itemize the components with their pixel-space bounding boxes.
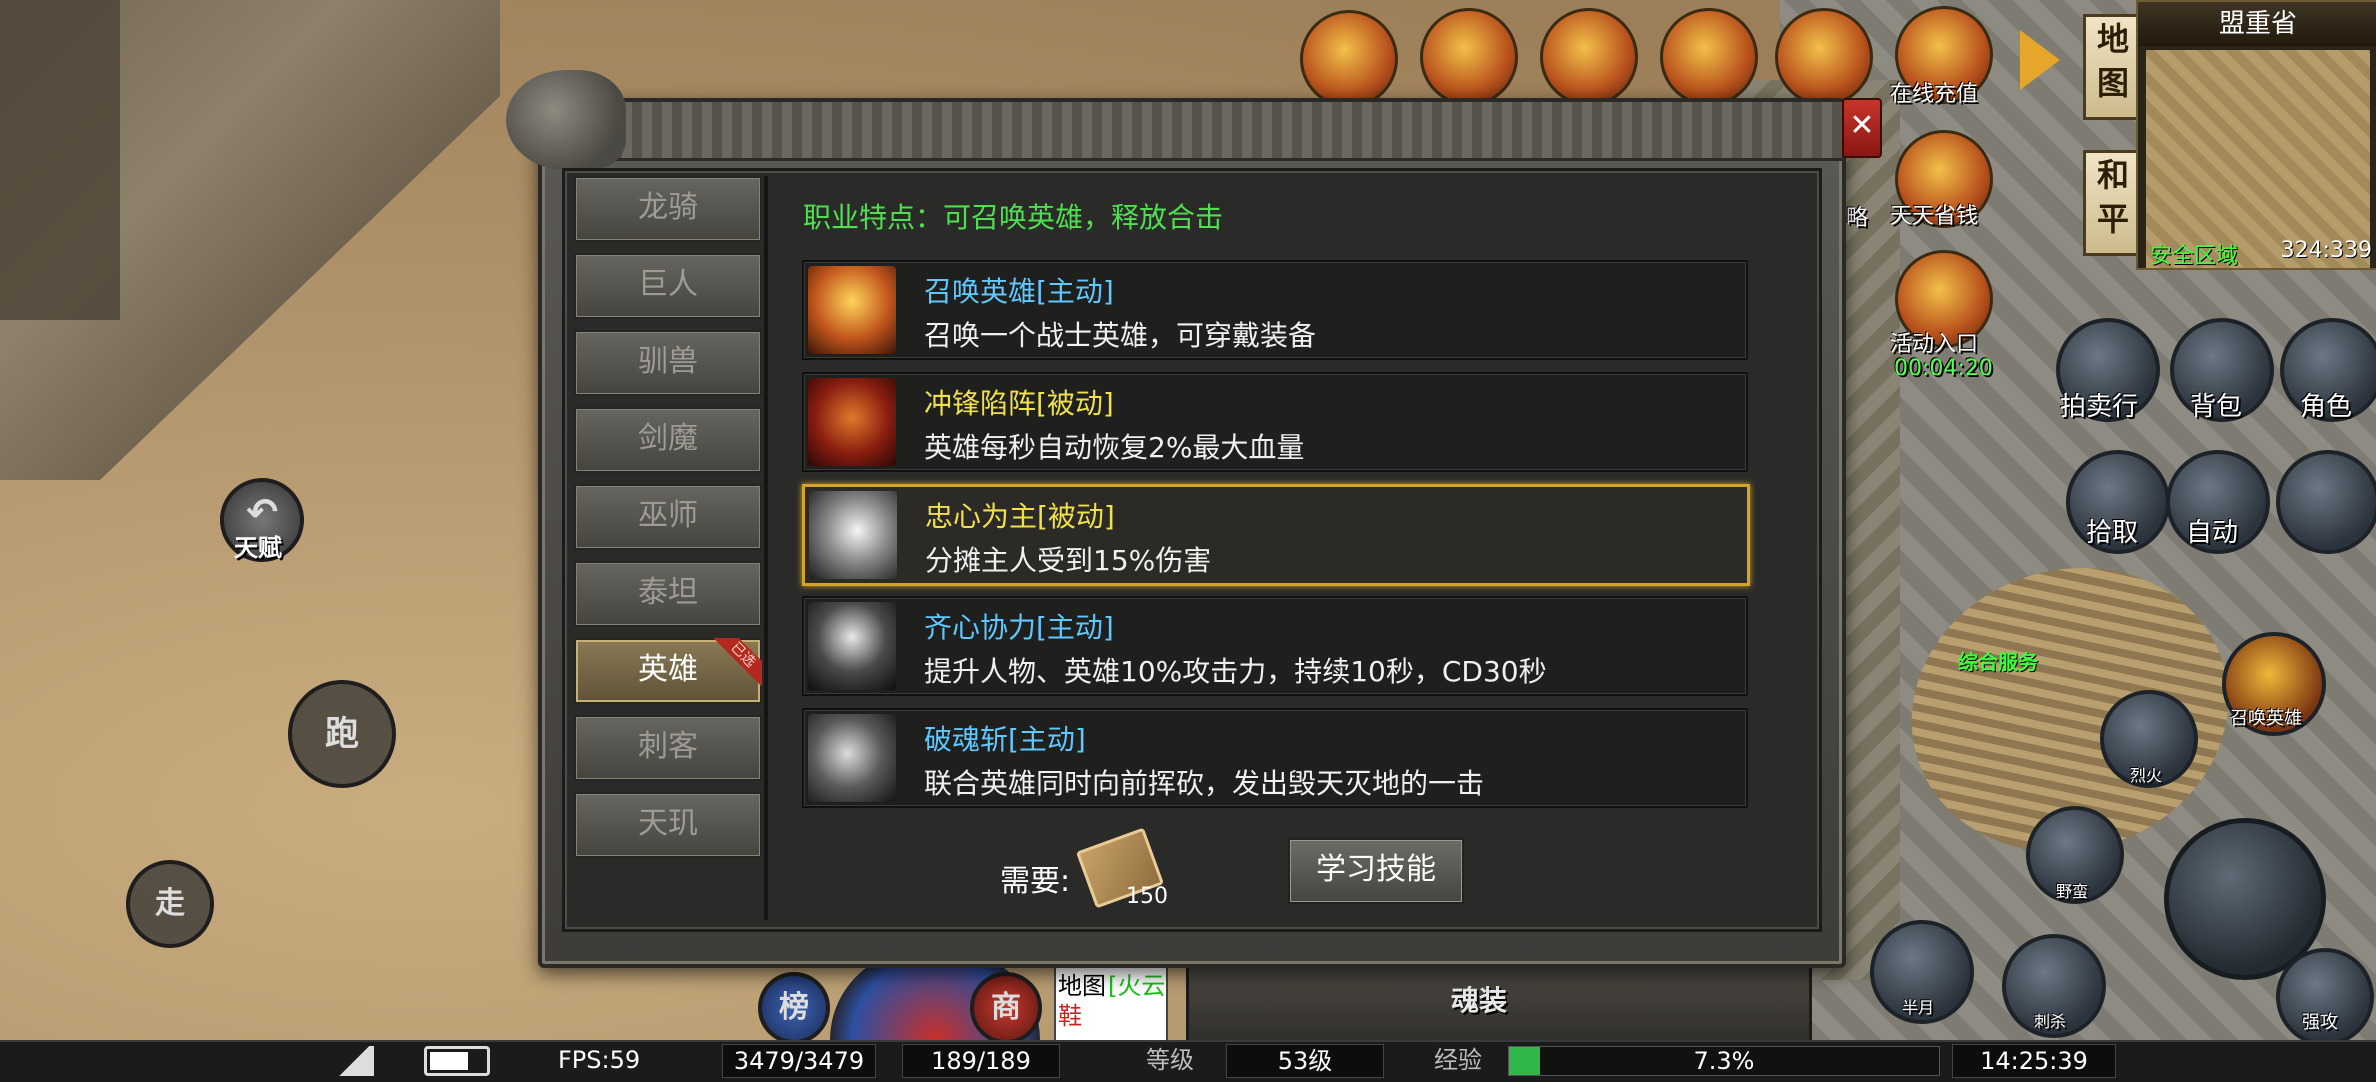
shrine-icon[interactable] (1420, 8, 1518, 106)
mp-value: 189/189 (902, 1044, 1060, 1078)
tab-assassin[interactable]: 刺客 (574, 715, 762, 781)
auto-label: 自动 (2186, 518, 2239, 548)
soul-slash-icon (808, 714, 896, 802)
helmet-icon[interactable] (1540, 8, 1638, 106)
fire-skill-label: 烈火 (2130, 766, 2163, 785)
tab-sword-demon[interactable]: 剑魔 (574, 407, 762, 473)
close-icon: ✕ (1849, 108, 1875, 143)
character-label: 角色 (2300, 392, 2353, 422)
strategy-label[interactable]: 略 (1846, 200, 1868, 232)
exp-value: 7.3% (1693, 1047, 1755, 1075)
peace-mode-button[interactable]: 和平 (2083, 150, 2143, 256)
run-button[interactable]: 跑 (288, 680, 396, 788)
dialog-frame-top (542, 102, 1842, 161)
recharge-label: 在线充值 (1890, 82, 1979, 107)
auction-label: 拍卖行 (2060, 392, 2139, 422)
cooperation-icon (808, 602, 896, 690)
level-label: 等级 (1146, 1046, 1194, 1074)
tab-giant[interactable]: 巨人 (574, 253, 762, 319)
tab-titan[interactable]: 泰坦 (574, 561, 762, 627)
expand-arrow-icon[interactable] (2020, 30, 2060, 90)
pavilion-icon[interactable] (1775, 8, 1873, 106)
gift-icon[interactable] (1300, 10, 1398, 108)
activity-label: 活动入口 (1890, 332, 1979, 357)
tab-divider (764, 176, 768, 920)
class-feature-text: 职业特点：可召唤英雄，释放合击 (803, 201, 1224, 234)
skill-row[interactable]: 齐心协力[主动] 提升人物、英雄10%攻击力，持续10秒，CD30秒 (802, 596, 1748, 696)
skill-desc: 联合英雄同时向前挥砍，发出毁天灭地的一击 (924, 767, 1485, 800)
skill-row-selected[interactable]: 忠心为主[被动] 分摊主人受到15%伤害 (802, 484, 1750, 586)
activity-timer: 00:04:20 (1894, 356, 1993, 381)
soul-equip-label: 魂装 (1451, 984, 1508, 1017)
skill-desc: 提升人物、英雄10%攻击力，持续10秒，CD30秒 (924, 655, 1547, 688)
compass-button[interactable] (2276, 450, 2376, 554)
save-money-label: 天天省钱 (1890, 204, 1979, 229)
barbaric-skill-label: 野蛮 (2056, 882, 2089, 901)
selected-badge: 已选 (712, 638, 762, 688)
exp-label: 经验 (1434, 1046, 1482, 1074)
chat-line: 地图 (1058, 972, 1106, 1000)
battery-icon (424, 1046, 490, 1076)
tab-hero[interactable]: 英雄 已选 (574, 638, 762, 704)
minimap[interactable]: 盟重省 安全区域 324:339 (2136, 0, 2376, 270)
npc-service-label[interactable]: 综合服务 (1958, 646, 2038, 675)
signal-icon (334, 1046, 374, 1076)
skill-desc: 英雄每秒自动恢复2%最大血量 (924, 431, 1305, 464)
safe-zone-label: 安全区域 (2150, 244, 2239, 269)
tab-hero-label: 英雄 (638, 652, 698, 687)
power-strike-skill-label: 强攻 (2302, 1012, 2338, 1033)
clock: 14:25:39 (1952, 1044, 2116, 1078)
skill-desc: 分摊主人受到15%伤害 (925, 544, 1212, 577)
learn-skill-button[interactable]: 学习技能 (1288, 838, 1464, 904)
skill-name: 冲锋陷阵[被动] (924, 387, 1114, 420)
stab-skill-label: 刺杀 (2034, 1012, 2067, 1031)
tab-beast-tamer[interactable]: 驯兽 (574, 330, 762, 396)
chat-highlight: [火云 (1108, 972, 1166, 1000)
pouch-icon[interactable] (1660, 8, 1758, 106)
skill-name: 召唤英雄[主动] (924, 275, 1114, 308)
half-moon-skill-label: 半月 (1902, 998, 1935, 1017)
close-button[interactable]: ✕ (1842, 98, 1882, 158)
summon-hero-icon (808, 266, 896, 354)
tab-tianji[interactable]: 天玑 (574, 792, 762, 858)
summon-hero-label: 召唤英雄 (2230, 708, 2302, 729)
skill-row[interactable]: 破魂斩[主动] 联合英雄同时向前挥砍，发出毁天灭地的一击 (802, 708, 1748, 808)
class-tabs: 龙骑 巨人 驯兽 剑魔 巫师 泰坦 英雄 已选 刺客 天玑 (570, 176, 762, 920)
skill-row[interactable]: 冲锋陷阵[被动] 英雄每秒自动恢复2%最大血量 (802, 372, 1748, 472)
fps-counter: FPS:59 (558, 1046, 641, 1074)
bag-label: 背包 (2190, 392, 2243, 422)
requirement-label: 需要: (1000, 864, 1071, 899)
selected-badge-text: 已选 (712, 638, 762, 687)
pickup-label: 拾取 (2086, 518, 2139, 548)
skill-desc: 召唤一个战士英雄，可穿戴装备 (924, 319, 1317, 352)
coordinates: 324:339 (2280, 238, 2372, 263)
tab-wizard[interactable]: 巫师 (574, 484, 762, 550)
skill-row[interactable]: 召唤英雄[主动] 召唤一个战士英雄，可穿戴装备 (802, 260, 1748, 360)
skill-name: 破魂斩[主动] (924, 723, 1086, 756)
dragon-ornament-icon (506, 70, 626, 170)
rank-button[interactable]: 榜 (758, 972, 830, 1044)
shop-button[interactable]: 商 (970, 972, 1042, 1044)
walk-button[interactable]: 走 (126, 860, 214, 948)
minimap-view[interactable] (2146, 50, 2370, 268)
region-name: 盟重省 (2138, 2, 2376, 46)
chat-line: 鞋 (1058, 1002, 1082, 1030)
tab-dragon-knight[interactable]: 龙骑 (574, 176, 762, 242)
talent-label: 天赋 (234, 534, 282, 562)
requirement-count: 150 (1126, 884, 1168, 909)
level-value: 53级 (1226, 1044, 1384, 1078)
map-button[interactable]: 地图 (2083, 14, 2143, 120)
hp-value: 3479/3479 (722, 1044, 876, 1078)
skill-name: 忠心为主[被动] (925, 500, 1115, 533)
loyalty-icon (809, 491, 897, 579)
exp-bar: 7.3% (1508, 1046, 1940, 1076)
skill-name: 齐心协力[主动] (924, 611, 1114, 644)
charge-icon (808, 378, 896, 466)
rock-wall (0, 0, 120, 320)
